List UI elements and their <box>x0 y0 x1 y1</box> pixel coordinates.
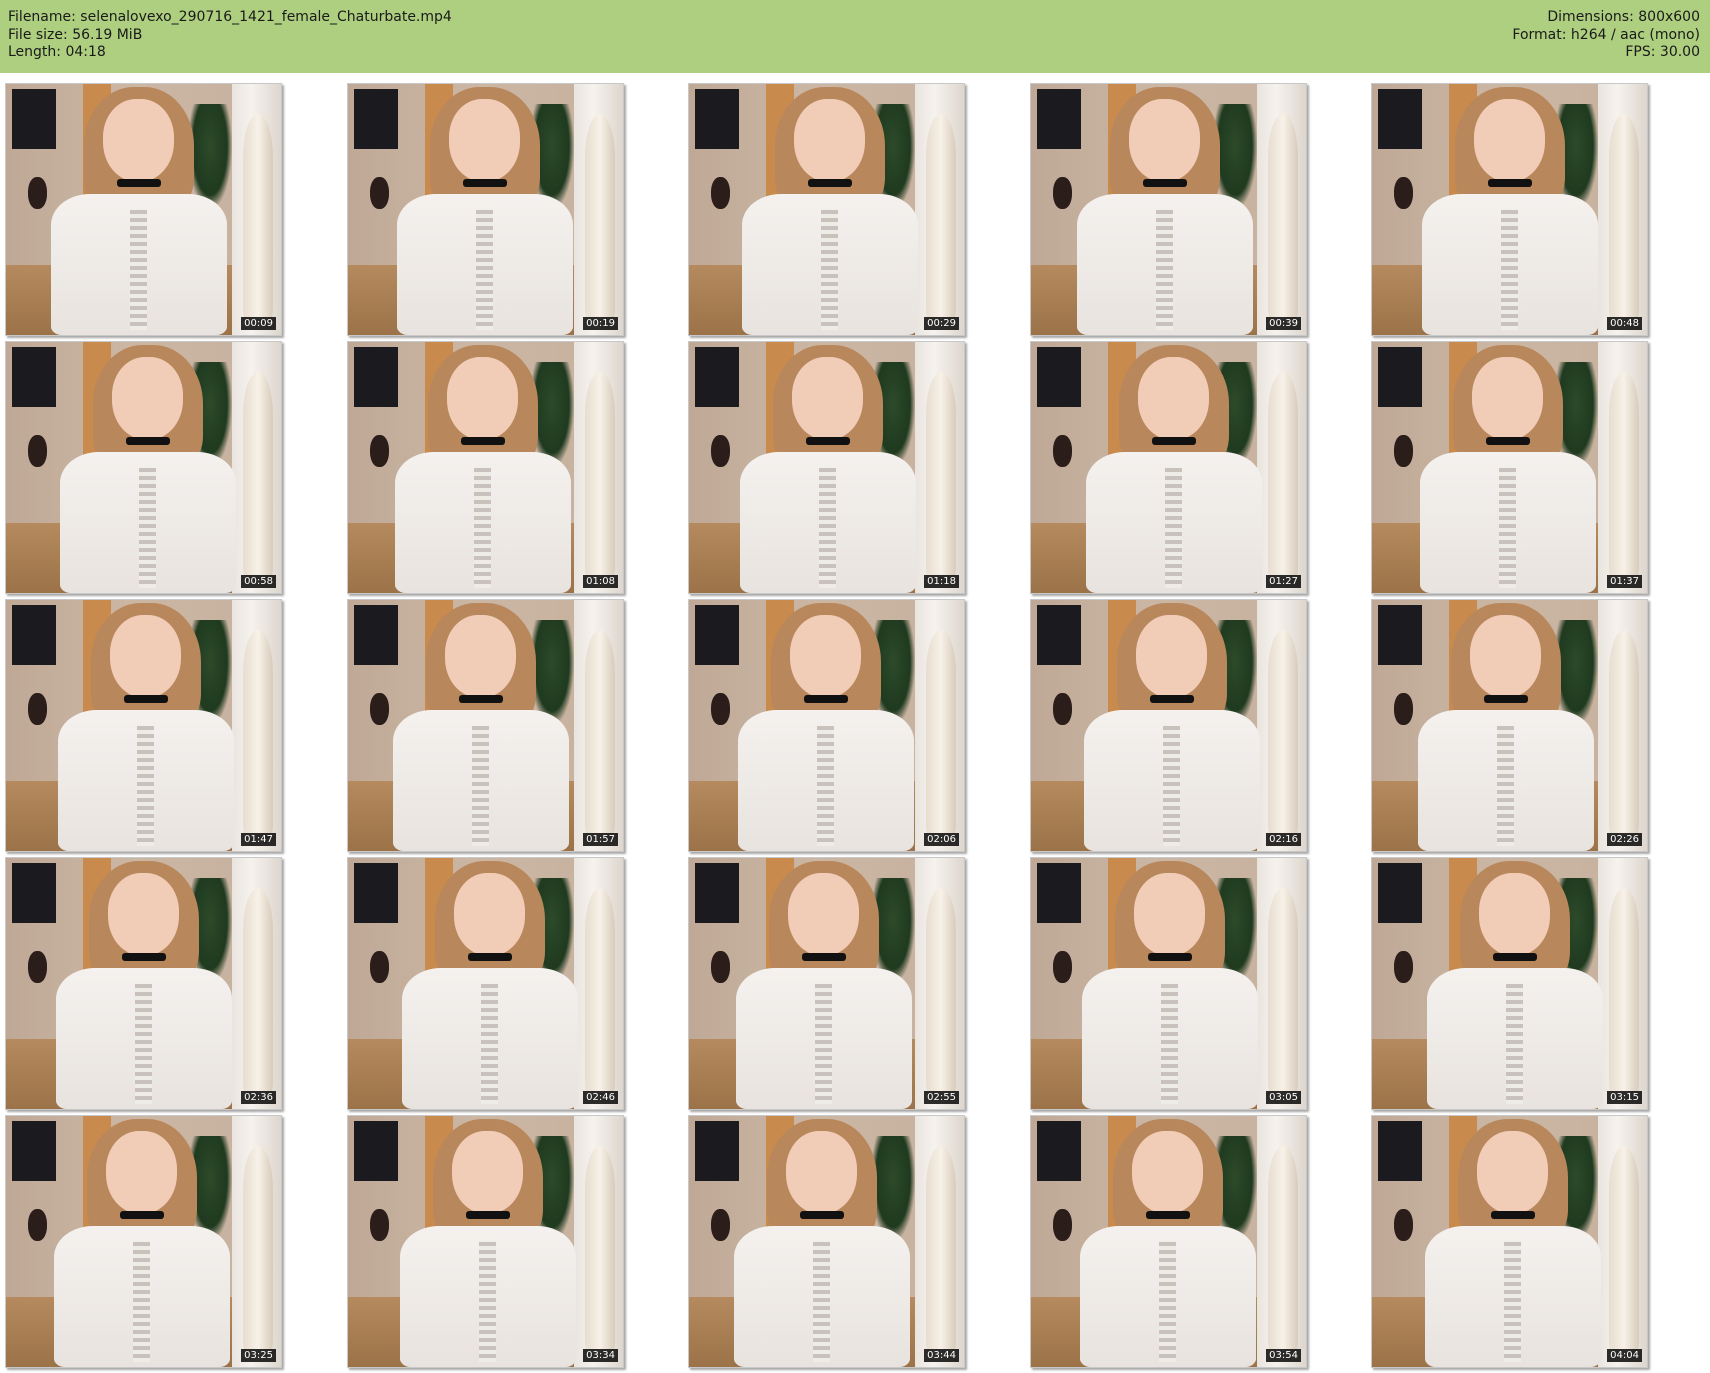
thumbnail-frame-image <box>689 1116 964 1367</box>
video-thumbnail[interactable]: 01:18 <box>688 341 965 594</box>
thumbnail-frame-image <box>1031 342 1306 593</box>
thumbnail-timestamp: 01:08 <box>583 575 618 588</box>
thumbnail-timestamp: 03:54 <box>1266 1349 1301 1362</box>
thumbnail-timestamp: 00:39 <box>1266 317 1301 330</box>
thumbnail-timestamp: 00:09 <box>241 317 276 330</box>
video-thumbnail[interactable]: 01:08 <box>347 341 624 594</box>
video-thumbnail[interactable]: 02:36 <box>5 857 282 1110</box>
thumbnail-timestamp: 02:06 <box>924 833 959 846</box>
thumbnail-frame-image <box>6 1116 281 1367</box>
video-thumbnail[interactable]: 02:06 <box>688 599 965 852</box>
thumbnail-grid: 00:09 00:19 00:29 00:39 00:48 00:58 01:08 01:18… <box>0 0 1710 1373</box>
thumbnail-timestamp: 00:19 <box>583 317 618 330</box>
thumbnail-frame-image <box>1372 342 1647 593</box>
thumbnail-timestamp: 01:47 <box>241 833 276 846</box>
thumbnail-frame-image <box>348 600 623 851</box>
thumbnail-timestamp: 03:44 <box>924 1349 959 1362</box>
thumbnail-frame-image <box>6 84 281 335</box>
thumbnail-timestamp: 00:58 <box>241 575 276 588</box>
video-thumbnail[interactable]: 01:57 <box>347 599 624 852</box>
thumbnail-timestamp: 01:57 <box>583 833 618 846</box>
video-thumbnail[interactable]: 03:15 <box>1371 857 1648 1110</box>
video-thumbnail[interactable]: 04:04 <box>1371 1115 1648 1368</box>
video-thumbnail[interactable]: 03:34 <box>347 1115 624 1368</box>
thumbnail-frame-image <box>689 858 964 1109</box>
video-thumbnail[interactable]: 00:09 <box>5 83 282 336</box>
video-thumbnail[interactable]: 03:25 <box>5 1115 282 1368</box>
video-thumbnail[interactable]: 03:44 <box>688 1115 965 1368</box>
thumbnail-frame-image <box>348 342 623 593</box>
video-thumbnail[interactable]: 03:05 <box>1030 857 1307 1110</box>
thumbnail-timestamp: 02:46 <box>583 1091 618 1104</box>
thumbnail-timestamp: 02:16 <box>1266 833 1301 846</box>
thumbnail-frame-image <box>1031 1116 1306 1367</box>
video-thumbnail[interactable]: 02:26 <box>1371 599 1648 852</box>
thumbnail-timestamp: 02:36 <box>241 1091 276 1104</box>
video-thumbnail[interactable]: 01:37 <box>1371 341 1648 594</box>
video-thumbnail[interactable]: 01:47 <box>5 599 282 852</box>
thumbnail-timestamp: 01:27 <box>1266 575 1301 588</box>
video-thumbnail[interactable]: 02:46 <box>347 857 624 1110</box>
thumbnail-frame-image <box>6 342 281 593</box>
thumbnail-frame-image <box>689 600 964 851</box>
thumbnail-timestamp: 01:37 <box>1607 575 1642 588</box>
thumbnail-frame-image <box>6 858 281 1109</box>
thumbnail-timestamp: 01:18 <box>924 575 959 588</box>
thumbnail-timestamp: 03:25 <box>241 1349 276 1362</box>
thumbnail-frame-image <box>689 84 964 335</box>
video-thumbnail[interactable]: 00:29 <box>688 83 965 336</box>
thumbnail-timestamp: 00:29 <box>924 317 959 330</box>
thumbnail-frame-image <box>1372 1116 1647 1367</box>
thumbnail-frame-image <box>348 84 623 335</box>
video-thumbnail[interactable]: 00:58 <box>5 341 282 594</box>
thumbnail-frame-image <box>348 858 623 1109</box>
thumbnail-frame-image <box>1031 858 1306 1109</box>
video-thumbnail[interactable]: 00:39 <box>1030 83 1307 336</box>
thumbnail-frame-image <box>348 1116 623 1367</box>
thumbnail-frame-image <box>1372 84 1647 335</box>
video-thumbnail[interactable]: 00:19 <box>347 83 624 336</box>
video-thumbnail[interactable]: 03:54 <box>1030 1115 1307 1368</box>
thumbnail-timestamp: 00:48 <box>1607 317 1642 330</box>
thumbnail-timestamp: 03:34 <box>583 1349 618 1362</box>
video-thumbnail[interactable]: 00:48 <box>1371 83 1648 336</box>
video-thumbnail[interactable]: 02:16 <box>1030 599 1307 852</box>
thumbnail-frame-image <box>1372 858 1647 1109</box>
thumbnail-frame-image <box>1031 600 1306 851</box>
thumbnail-frame-image <box>6 600 281 851</box>
thumbnail-timestamp: 04:04 <box>1607 1349 1642 1362</box>
thumbnail-timestamp: 03:05 <box>1266 1091 1301 1104</box>
video-thumbnail[interactable]: 01:27 <box>1030 341 1307 594</box>
thumbnail-timestamp: 02:26 <box>1607 833 1642 846</box>
thumbnail-frame-image <box>1031 84 1306 335</box>
video-thumbnail[interactable]: 02:55 <box>688 857 965 1110</box>
thumbnail-timestamp: 02:55 <box>924 1091 959 1104</box>
thumbnail-frame-image <box>1372 600 1647 851</box>
thumbnail-frame-image <box>689 342 964 593</box>
thumbnail-timestamp: 03:15 <box>1607 1091 1642 1104</box>
